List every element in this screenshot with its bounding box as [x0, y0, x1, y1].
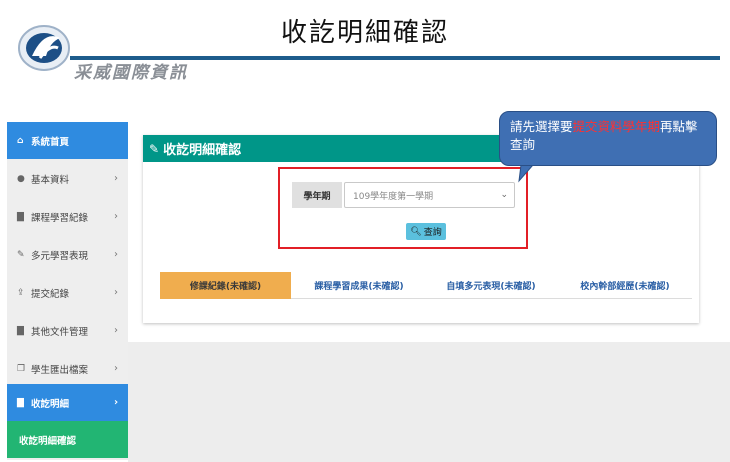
sidebar-item-label: 多元學習表現 [31, 250, 89, 262]
sidebar-subitem-receipt-confirm[interactable]: 收訖明細確認 [7, 421, 128, 458]
home-icon: ⌂ [17, 135, 24, 146]
sidebar-item-course-records[interactable]: ▇ 課程學習紀錄 › [7, 198, 128, 235]
tab-cadre-experience[interactable]: 校內幹部經歷(未確認) [558, 272, 692, 299]
pencil-icon: ✎ [149, 141, 160, 156]
brush-icon: ✎ [17, 249, 25, 260]
book-icon: ▇ [17, 325, 24, 336]
search-icon: 🔍︎ [410, 226, 422, 237]
chevron-right-icon: › [114, 287, 118, 298]
sidebar-item-label: 其他文件管理 [31, 326, 89, 338]
sidebar-item-export-files[interactable]: ❐ 學生匯出檔案 › [7, 350, 128, 387]
sidebar-item-label: 收訖明細確認 [19, 435, 77, 447]
query-button[interactable]: 🔍︎ 查詢 [406, 223, 446, 240]
book-icon: ▇ [17, 211, 24, 222]
sidebar-item-label: 學生匯出檔案 [31, 364, 89, 376]
sidebar-item-label: 課程學習紀錄 [31, 212, 89, 224]
highlight-box [278, 167, 528, 249]
slide: 收訖明細確認 采威國際資訊 ⌂ 系統首頁 ● 基本資料 › ▇ 課程學習紀錄 ›… [0, 0, 730, 462]
sidebar-item-basic-info[interactable]: ● 基本資料 › [7, 160, 128, 197]
chevron-right-icon: › [114, 325, 118, 336]
chevron-right-icon: › [114, 363, 118, 374]
semester-select[interactable]: 109學年度第一學期 ⌄ [344, 182, 515, 208]
tab-diverse-performance[interactable]: 自填多元表現(未確認) [426, 272, 556, 299]
query-button-label: 查詢 [423, 228, 442, 238]
callout-text-before: 請先選擇要 [510, 119, 573, 134]
chevron-down-icon: ⌄ [500, 190, 508, 200]
chevron-right-icon: › [114, 173, 118, 184]
panel-title: 收訖明細確認 [163, 143, 242, 158]
sidebar-item-other-documents[interactable]: ▇ 其他文件管理 › [7, 312, 128, 349]
sidebar-item-diverse-performance[interactable]: ✎ 多元學習表現 › [7, 236, 128, 273]
record-tabs: 修課紀錄(未確認) 課程學習成果(未確認) 自填多元表現(未確認) 校內幹部經歷… [160, 272, 692, 299]
sidebar-item-label: 提交紀錄 [31, 288, 70, 300]
sidebar-item-label: 收訖明細 [31, 398, 70, 410]
chevron-right-icon: › [114, 211, 118, 222]
company-logo: 采威國際資訊 [16, 22, 256, 84]
instruction-callout: 請先選擇要提交資料學年期再點擊查詢 [499, 111, 717, 166]
upload-icon: ⇪ [17, 287, 25, 298]
header-divider [70, 56, 720, 60]
logo-text: 采威國際資訊 [74, 63, 188, 83]
sidebar-item-submission-records[interactable]: ⇪ 提交紀錄 › [7, 274, 128, 311]
semester-select-value: 109學年度第一學期 [353, 191, 434, 202]
book-icon: ▇ [17, 397, 24, 408]
tab-course-records[interactable]: 修課紀錄(未確認) [160, 272, 291, 299]
sidebar-item-label: 系統首頁 [31, 136, 70, 148]
user-icon: ● [17, 173, 25, 184]
callout-text-highlight: 提交資料學年期 [572, 119, 661, 134]
logo-emblem-icon [18, 25, 70, 71]
chevron-right-icon: › [114, 397, 119, 408]
sidebar-item-label: 基本資料 [31, 174, 70, 186]
sidebar: ⌂ 系統首頁 ● 基本資料 › ▇ 課程學習紀錄 › ✎ 多元學習表現 › ⇪ … [7, 122, 128, 460]
content-background [128, 342, 730, 462]
semester-label: 學年期 [292, 182, 342, 208]
copy-icon: ❐ [17, 363, 26, 374]
sidebar-item-receipt-details[interactable]: ▇ 收訖明細 › [7, 384, 128, 421]
sidebar-item-home[interactable]: ⌂ 系統首頁 [7, 122, 128, 159]
chevron-right-icon: › [114, 249, 118, 260]
tab-course-outcomes[interactable]: 課程學習成果(未確認) [294, 272, 424, 299]
